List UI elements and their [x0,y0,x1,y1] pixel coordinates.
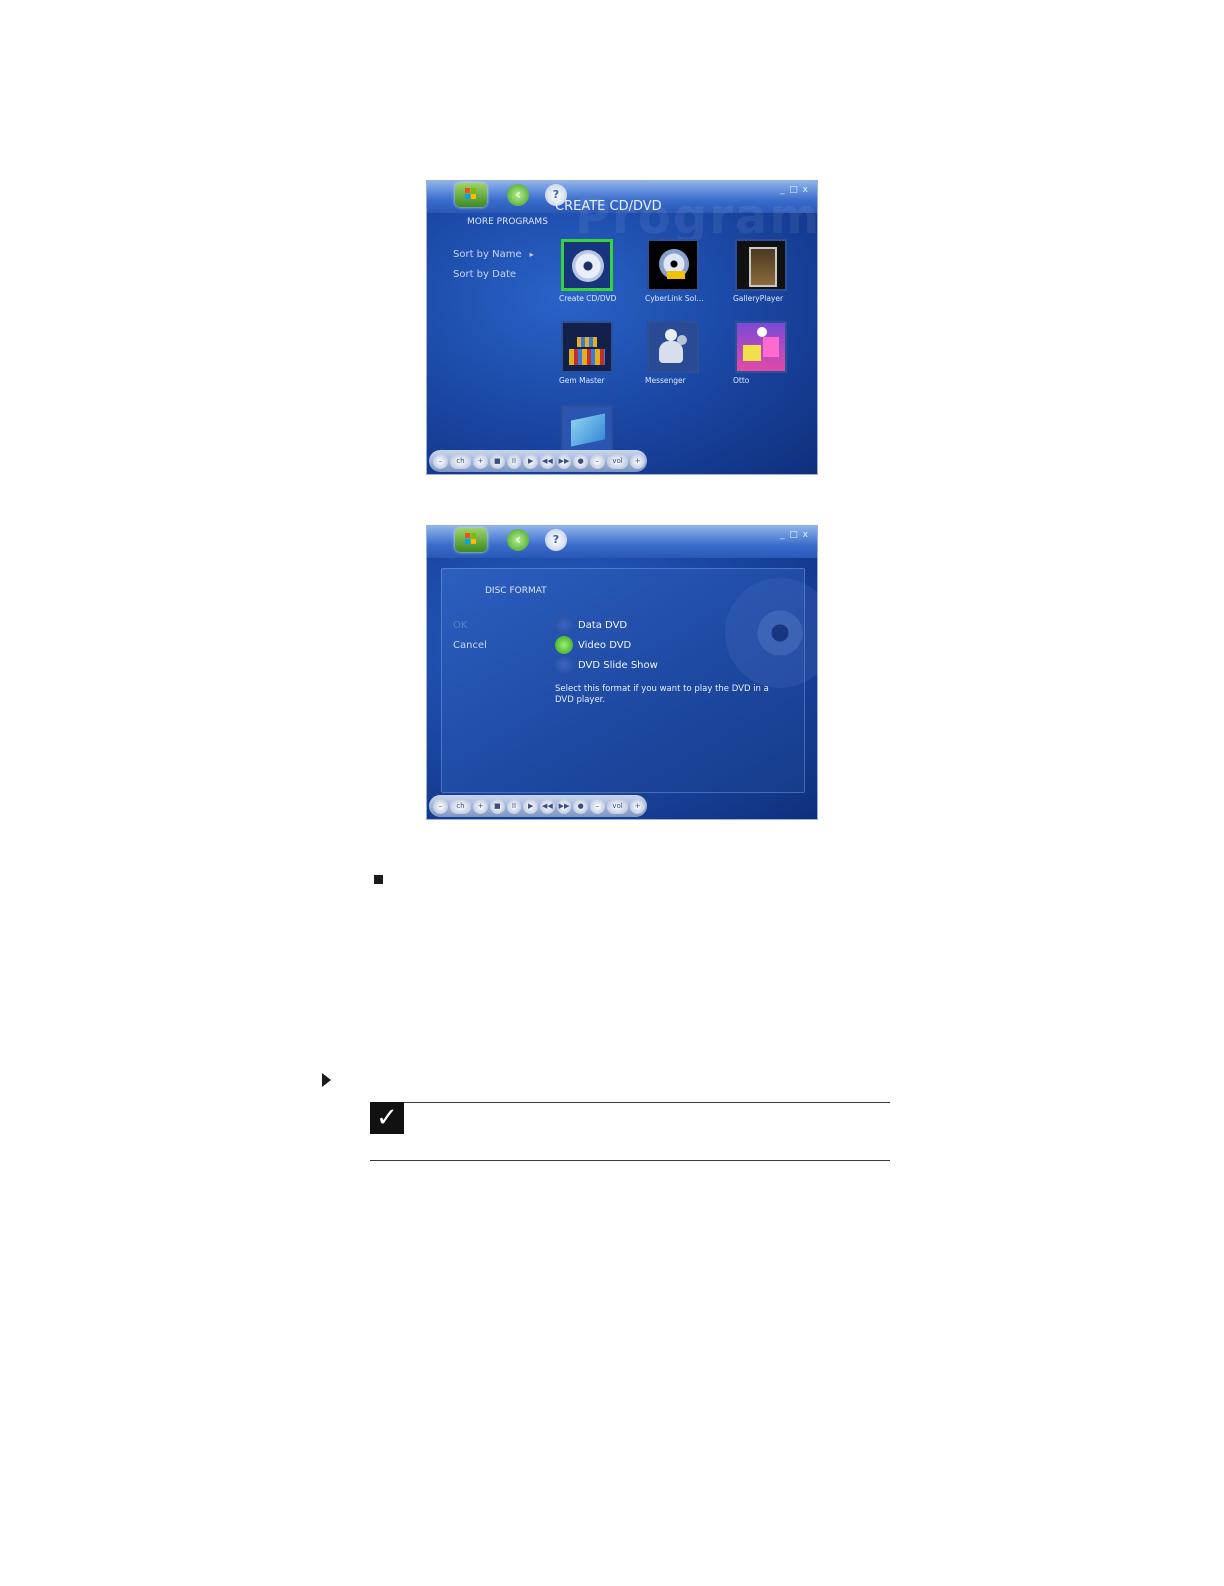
windows-flag-icon [465,188,477,201]
page-title: CREATE CD/DVD [555,199,662,214]
play-button[interactable]: ▶ [523,798,538,814]
tile-label: GalleryPlayer [733,294,784,303]
sort-by-name-label: Sort by Name [453,249,522,260]
rewind-button[interactable]: ◀◀ [539,798,555,814]
volume-down-button[interactable]: – [590,453,605,469]
ok-button[interactable]: OK [453,620,467,631]
note-top-rule [370,1102,890,1103]
format-description: Select this format if you want to play t… [555,684,769,705]
tile-label: CyberLink Sol... [645,294,704,303]
pause-button[interactable]: II [506,798,522,814]
disc-decoration-icon [725,578,817,688]
radio-label: Video DVD [578,639,632,651]
stop-button[interactable]: ■ [489,798,505,814]
cd-icon [561,239,613,291]
radio-video-dvd[interactable]: Video DVD [555,636,631,654]
procedure-arrow-icon [322,1073,331,1087]
start-button[interactable] [455,183,487,207]
channel-label: ch [449,453,472,469]
fast-forward-button[interactable]: ▶▶ [556,798,572,814]
gem-game-icon [561,321,613,373]
tile-cyberlink[interactable]: CyberLink Sol... [645,239,729,303]
fast-forward-button[interactable]: ▶▶ [556,453,572,469]
sort-by-date[interactable]: Sort by Date [453,269,516,280]
messenger-icon [647,321,699,373]
channel-up-button[interactable]: + [473,798,488,814]
checkmark-icon: ✓ [370,1102,404,1134]
dvd-software-icon [647,239,699,291]
otto-game-icon [735,321,787,373]
dialog-title: DISC FORMAT [485,586,547,596]
tile-gem-master[interactable]: Gem Master [559,321,643,385]
channel-label: ch [449,798,472,814]
radio-icon [555,656,573,674]
volume-label: vol [606,798,629,814]
end-of-section-bullet-icon [374,875,383,884]
volume-up-button[interactable]: + [630,798,645,814]
start-button[interactable] [455,528,487,552]
pause-button[interactable]: II [506,453,522,469]
radio-selected-icon [555,636,573,654]
dialog-panel [441,568,817,793]
sort-arrow-icon: ▸ [529,250,534,259]
screenshot-create-cd-dvd: _ □ x ‹ ? Programs CREATE CD/DVD MORE PR… [426,180,818,475]
volume-label: vol [606,453,629,469]
volume-up-button[interactable]: + [630,453,645,469]
note-bottom-rule [370,1160,890,1161]
help-icon[interactable]: ? [545,529,567,551]
transport-controls: – ch + ■ II ▶ ◀◀ ▶▶ ● – vol + [429,450,647,472]
windows-flag-icon [465,533,477,546]
tile-otto[interactable]: Otto [733,321,817,385]
transport-controls: – ch + ■ II ▶ ◀◀ ▶▶ ● – vol + [429,795,647,817]
tile-messenger[interactable]: Messenger [645,321,729,385]
screenshot-disc-format: _ □ x ‹ ? DISC FORMAT OK Cancel Data DVD… [426,525,818,820]
radio-icon [555,616,573,634]
record-button[interactable]: ● [573,453,589,469]
section-label: MORE PROGRAMS [467,217,548,227]
radio-label: DVD Slide Show [578,659,658,671]
window-controls[interactable]: _ □ x [780,530,809,540]
channel-down-button[interactable]: – [433,453,448,469]
play-button[interactable]: ▶ [523,453,538,469]
channel-up-button[interactable]: + [473,453,488,469]
record-button[interactable]: ● [573,798,589,814]
gallery-frame-icon [735,239,787,291]
stop-button[interactable]: ■ [489,453,505,469]
tile-create-cd-dvd[interactable]: Create CD/DVD [559,239,643,303]
tile-label: Create CD/DVD [559,294,617,303]
channel-down-button[interactable]: – [433,798,448,814]
back-arrow-icon[interactable]: ‹ [507,529,529,551]
radio-label: Data DVD [578,619,628,631]
volume-down-button[interactable]: – [590,798,605,814]
sort-by-name[interactable]: Sort by Name ▸ [453,249,534,260]
rewind-button[interactable]: ◀◀ [539,453,555,469]
tile-label: Messenger [645,376,686,385]
tile-label: Otto [733,376,750,385]
tile-galleryplayer[interactable]: GalleryPlayer [733,239,817,303]
back-arrow-icon[interactable]: ‹ [507,184,529,206]
radio-dvd-slide-show[interactable]: DVD Slide Show [555,656,658,674]
cancel-button[interactable]: Cancel [453,640,487,651]
watermark-text: Programs [575,189,818,245]
radio-data-dvd[interactable]: Data DVD [555,616,627,634]
tile-label: Gem Master [559,376,605,385]
